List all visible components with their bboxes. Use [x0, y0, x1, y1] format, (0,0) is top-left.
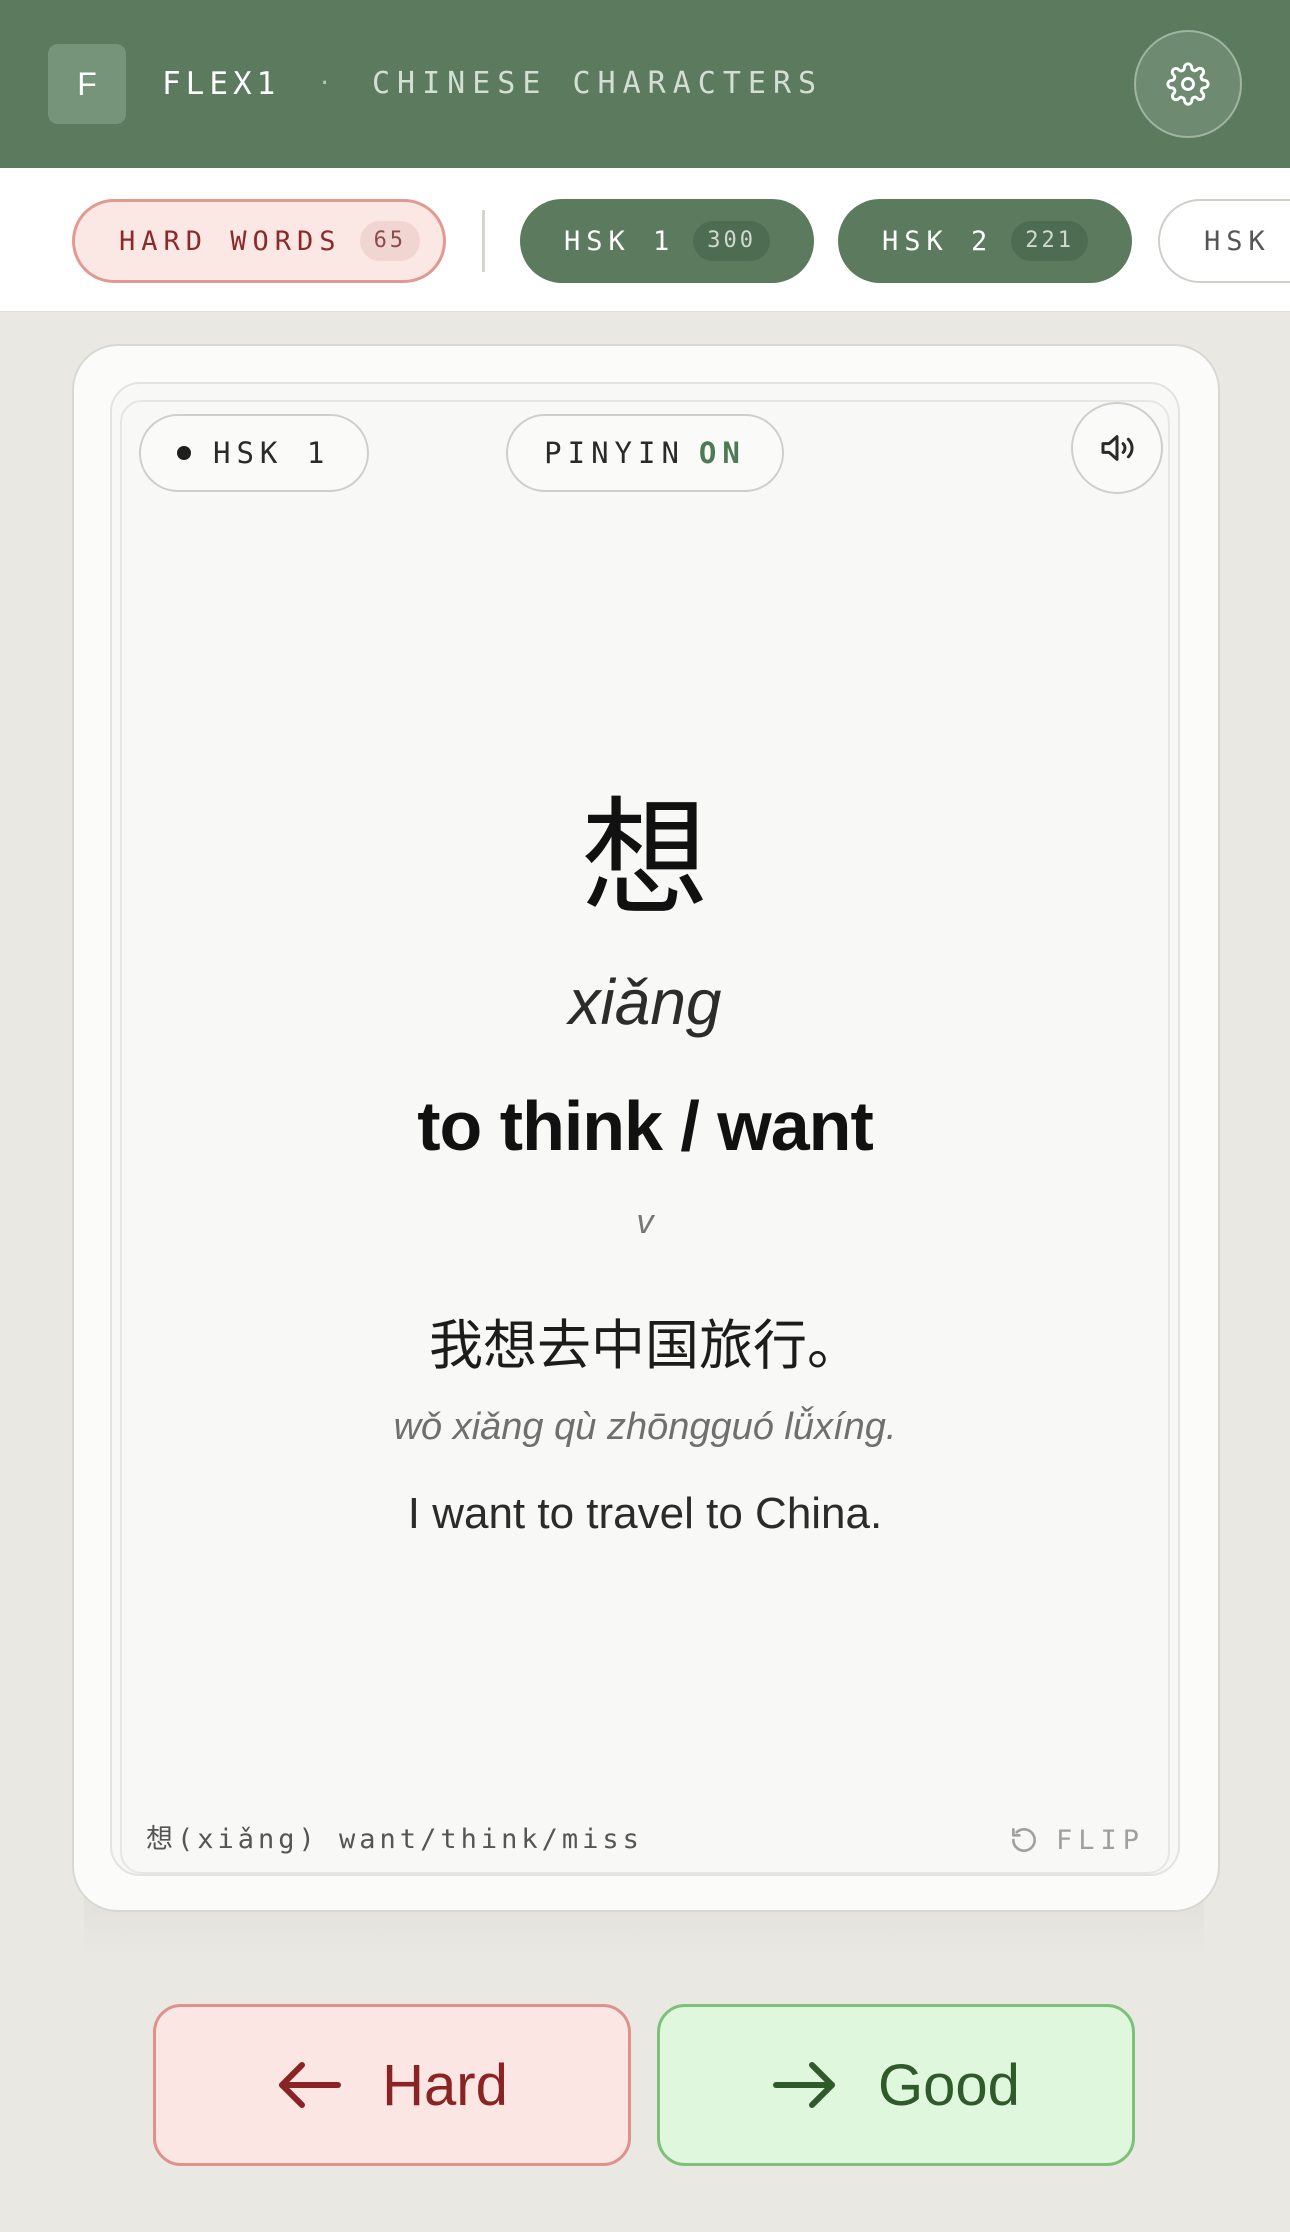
english-meaning: to think / want: [417, 1087, 874, 1165]
tab-label: HSK 1: [564, 225, 676, 257]
tab-label: HSK 2: [882, 225, 994, 257]
tab-hsk-3[interactable]: HSK 3: [1158, 199, 1290, 283]
tab-hsk-1[interactable]: HSK 1 300: [520, 199, 814, 283]
good-label: Good: [878, 2052, 1020, 2118]
deck-tabs: HARD WORDS 65 HSK 1 300 HSK 2 221 HSK 3: [0, 168, 1290, 312]
speaker-icon: [1101, 435, 1134, 461]
tab-label: HARD WORDS: [119, 225, 342, 257]
good-button[interactable]: Good: [657, 2004, 1135, 2166]
pinyin-reading: xiǎng: [568, 966, 722, 1038]
hard-label: Hard: [382, 2052, 508, 2118]
speak-button[interactable]: [1071, 402, 1163, 494]
flip-label: FLIP: [1056, 1824, 1146, 1856]
tab-hsk-2[interactable]: HSK 2 221: [838, 199, 1132, 283]
pinyin-toggle-state: ON: [698, 436, 746, 470]
level-dot: [177, 446, 191, 460]
hanzi-character: 想: [580, 785, 709, 934]
brand-name: FLEX1: [162, 66, 281, 102]
level-label: HSK 1: [213, 436, 331, 470]
tab-count-badge: 300: [693, 221, 771, 261]
tab-divider: [482, 210, 485, 272]
settings-button[interactable]: [1134, 30, 1242, 138]
gear-icon: [1166, 62, 1210, 106]
app-subtitle: CHINESE CHARACTERS: [372, 66, 824, 101]
tab-label: HSK 3: [1204, 225, 1290, 257]
example-sentence-chinese: 我想去中国旅行。: [429, 1314, 861, 1377]
arrow-left-icon: [279, 2062, 342, 2108]
tab-hard-words[interactable]: HARD WORDS 65: [72, 199, 446, 283]
app-header: F FLEX1 · CHINESE CHARACTERS: [0, 0, 1290, 168]
part-of-speech: v: [636, 1203, 654, 1241]
hard-button[interactable]: Hard: [153, 2004, 631, 2166]
tab-count-badge: 65: [359, 221, 421, 261]
brand-separator: ·: [318, 71, 332, 96]
arrow-right-icon: [773, 2062, 836, 2108]
tab-count-badge: 221: [1011, 221, 1089, 261]
flip-button[interactable]: FLIP: [1008, 1820, 1145, 1860]
card-footnote: 想(xiǎng) want/think/miss: [146, 1824, 643, 1855]
rotate-icon: [1012, 1828, 1036, 1852]
app-logo: F: [48, 44, 126, 124]
level-badge: HSK 1: [139, 414, 369, 492]
example-sentence-english: I want to travel to China.: [407, 1489, 883, 1538]
pinyin-toggle[interactable]: PINYIN ON: [506, 414, 784, 492]
pinyin-toggle-label: PINYIN: [544, 436, 685, 470]
example-sentence-pinyin: wǒ xiǎng qù zhōngguó lǚxíng.: [393, 1406, 897, 1448]
